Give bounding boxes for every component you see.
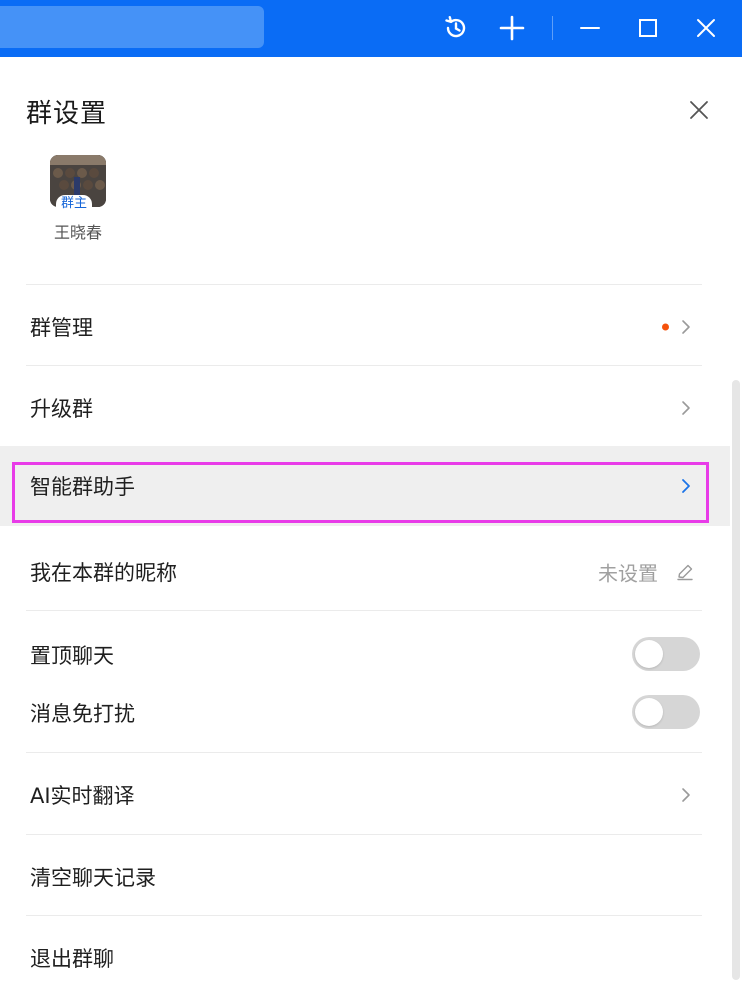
row-label: 退出群聊: [30, 947, 114, 971]
row-smart-assistant[interactable]: 智能群助手: [0, 446, 730, 526]
scrollbar[interactable]: [732, 380, 740, 980]
close-icon: [690, 101, 708, 119]
toggle-knob: [635, 698, 663, 726]
member-name: 王晓春: [53, 223, 102, 242]
divider: [26, 284, 702, 285]
row-ai-translate[interactable]: AI实时翻译: [0, 755, 730, 835]
divider: [26, 365, 702, 366]
row-my-nickname[interactable]: 我在本群的昵称 未设置: [0, 532, 730, 612]
toggle-knob: [635, 640, 663, 668]
group-settings-panel: 群设置 群主 王晓春 群管理 升级群 智能群助手 我在本群的昵称 未设置 置顶聊…: [0, 57, 742, 985]
mute-toggle[interactable]: [632, 695, 700, 729]
row-label: 升级群: [30, 397, 93, 421]
maximize-icon[interactable]: [628, 8, 668, 48]
notification-dot: [662, 323, 669, 331]
chevron-right-icon: [682, 479, 690, 493]
row-group-manage[interactable]: 群管理: [0, 287, 730, 367]
page-title: 群设置: [26, 99, 108, 129]
history-icon[interactable]: [436, 8, 476, 48]
divider: [26, 752, 702, 753]
divider: [26, 915, 702, 916]
search-input[interactable]: [0, 6, 264, 48]
pin-chat-toggle[interactable]: [632, 637, 700, 671]
edit-pencil-icon[interactable]: [676, 563, 694, 581]
nickname-value: 未设置: [598, 561, 658, 586]
row-label: 清空聊天记录: [30, 866, 156, 890]
row-exit-group[interactable]: 退出群聊: [0, 918, 730, 985]
plus-icon[interactable]: [492, 8, 532, 48]
chevron-right-icon: [682, 401, 690, 415]
row-label: 我在本群的昵称: [30, 561, 177, 585]
chevron-right-icon: [682, 788, 690, 802]
row-clear-history[interactable]: 清空聊天记录: [0, 837, 730, 917]
row-mute: 消息免打扰: [0, 673, 730, 753]
row-label: AI实时翻译: [30, 784, 135, 808]
title-bar: [0, 0, 742, 57]
row-upgrade-group[interactable]: 升级群: [0, 368, 730, 448]
row-label: 智能群助手: [30, 475, 135, 499]
panel-close-button[interactable]: [682, 93, 716, 127]
row-label: 消息免打扰: [30, 702, 135, 726]
row-label: 置顶聊天: [30, 644, 114, 668]
divider: [26, 834, 702, 835]
close-icon[interactable]: [686, 8, 726, 48]
title-separator: [552, 16, 553, 40]
chevron-right-icon: [682, 320, 690, 334]
row-label: 群管理: [30, 316, 93, 340]
owner-badge: 群主: [56, 195, 92, 213]
minimize-icon[interactable]: [570, 8, 610, 48]
